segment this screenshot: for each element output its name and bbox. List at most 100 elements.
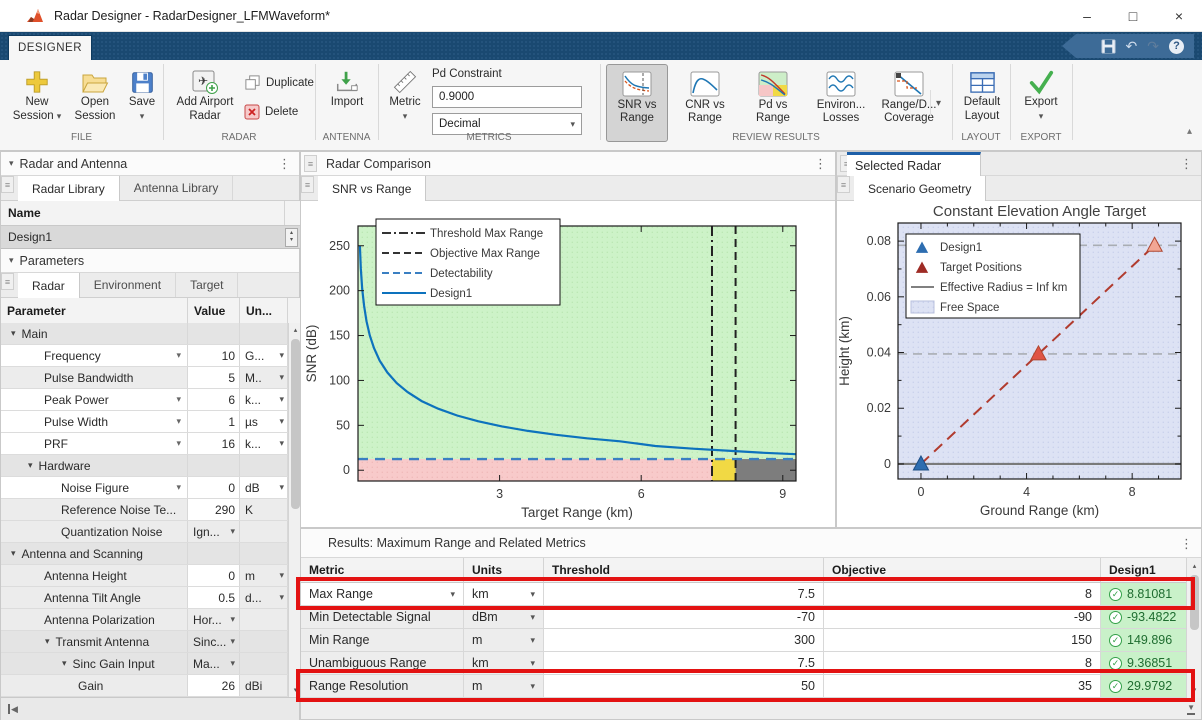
result-threshold-cell[interactable]: 7.5 xyxy=(544,583,824,605)
pd-constraint-input[interactable] xyxy=(432,86,582,108)
param-value[interactable]: Ign...▾ xyxy=(188,521,240,542)
result-units-cell[interactable]: m▾ xyxy=(464,675,544,697)
result-threshold-cell[interactable]: 300 xyxy=(544,629,824,651)
result-metric-cell[interactable]: Min Range xyxy=(301,629,464,651)
collapse-arrow-icon[interactable]: ▾ xyxy=(9,255,14,266)
result-objective-cell[interactable]: 8 xyxy=(824,583,1101,605)
tab-snr-vs-range[interactable]: SNR vs Range xyxy=(318,176,426,201)
param-row[interactable]: Quantization NoiseIgn...▾ xyxy=(1,521,288,543)
dropdown-arrow-icon[interactable]: ▾ xyxy=(450,589,455,600)
skip-to-bottom-icon[interactable]: ▼ xyxy=(1187,703,1195,715)
scroll-down-icon[interactable]: ▾ xyxy=(1188,683,1201,697)
param-value[interactable]: 0 xyxy=(188,477,240,498)
param-row[interactable]: Antenna Height0m▾ xyxy=(1,565,288,587)
param-value[interactable]: 1 xyxy=(188,411,240,432)
results-row[interactable]: Max Range▾km▾7.58✓8.81081 xyxy=(301,583,1186,606)
param-unit[interactable]: dBi xyxy=(240,675,288,696)
spinner-down-icon[interactable]: ▾ xyxy=(290,237,293,244)
skip-to-start-icon[interactable]: ◀ xyxy=(8,704,18,714)
param-unit[interactable]: m▾ xyxy=(240,565,288,586)
save-button[interactable]: Save ▾ xyxy=(124,65,160,123)
export-button[interactable]: Export ▾ xyxy=(1016,65,1066,123)
drag-handle-icon[interactable]: ≡ xyxy=(837,176,850,193)
dropdown-arrow-icon[interactable]: ▾ xyxy=(530,612,535,623)
result-objective-cell[interactable]: -90 xyxy=(824,606,1101,628)
dropdown-arrow-icon[interactable]: ▾ xyxy=(279,394,284,405)
param-value[interactable]: 0 xyxy=(188,565,240,586)
dropdown-arrow-icon[interactable]: ▾ xyxy=(279,592,284,603)
result-objective-cell[interactable]: 150 xyxy=(824,629,1101,651)
param-row[interactable]: PRF▾16k...▾ xyxy=(1,433,288,455)
dropdown-arrow-icon[interactable]: ▾ xyxy=(530,681,535,692)
delete-button[interactable]: Delete xyxy=(244,104,298,120)
param-group-row[interactable]: ▾Antenna and Scanning xyxy=(1,543,288,565)
param-value[interactable] xyxy=(188,455,240,476)
result-metric-cell[interactable]: Max Range▾ xyxy=(301,583,464,605)
param-unit[interactable] xyxy=(240,323,288,344)
param-unit[interactable]: M..▾ xyxy=(240,367,288,388)
param-unit[interactable]: G...▾ xyxy=(240,345,288,366)
param-group-row[interactable]: ▾Main xyxy=(1,323,288,345)
result-units-cell[interactable]: m▾ xyxy=(464,629,544,651)
result-objective-cell[interactable]: 35 xyxy=(824,675,1101,697)
row-spinner[interactable]: ▴▾ xyxy=(285,228,298,247)
spinner-up-icon[interactable]: ▴ xyxy=(290,230,293,237)
panel-menu-icon[interactable]: ⋮ xyxy=(278,156,291,172)
param-value[interactable]: 0.5 xyxy=(188,587,240,608)
results-row[interactable]: Unambiguous Rangekm▾7.58✓9.36851 xyxy=(301,652,1186,675)
gallery-dropdown-icon[interactable]: ▾ xyxy=(930,90,946,116)
param-row[interactable]: Reference Noise Te...290K xyxy=(1,499,288,521)
column-header-parameter[interactable]: Parameter xyxy=(1,298,188,323)
tab-designer[interactable]: DESIGNER xyxy=(8,35,92,60)
result-threshold-cell[interactable]: 7.5 xyxy=(544,652,824,674)
import-button[interactable]: Import xyxy=(322,65,372,109)
param-value[interactable]: Ma...▾ xyxy=(188,653,240,674)
group-collapse-icon[interactable]: ▾ xyxy=(11,328,16,339)
dropdown-arrow-icon[interactable]: ▾ xyxy=(530,635,535,646)
param-row[interactable]: Antenna PolarizationHor...▾ xyxy=(1,609,288,631)
group-collapse-icon[interactable]: ▾ xyxy=(11,548,16,559)
panel-menu-icon[interactable]: ⋮ xyxy=(814,156,827,172)
dropdown-arrow-icon[interactable]: ▾ xyxy=(176,482,181,493)
drag-handle-icon[interactable]: ≡ xyxy=(304,155,317,172)
metric-button[interactable]: Metric ▾ xyxy=(382,65,428,123)
result-threshold-cell[interactable]: -70 xyxy=(544,606,824,628)
param-value[interactable]: Hor...▾ xyxy=(188,609,240,630)
param-group-row[interactable]: ▾Transmit AntennaSinc...▾ xyxy=(1,631,288,653)
results-row[interactable]: Min Detectable SignaldBm▾-70-90✓-93.4822 xyxy=(301,606,1186,629)
dropdown-arrow-icon[interactable]: ▾ xyxy=(230,614,235,625)
param-row[interactable]: Peak Power▾6k...▾ xyxy=(1,389,288,411)
tab-scenario-geometry[interactable]: Scenario Geometry xyxy=(854,176,986,201)
dropdown-arrow-icon[interactable]: ▾ xyxy=(176,350,181,361)
result-units-cell[interactable]: dBm▾ xyxy=(464,606,544,628)
param-value[interactable]: 26 xyxy=(188,675,240,696)
dropdown-arrow-icon[interactable]: ▾ xyxy=(176,416,181,427)
drag-handle-icon[interactable]: ≡ xyxy=(1,273,14,290)
results-scrollbar[interactable]: ▴ ▾ xyxy=(1186,558,1201,698)
ribbon-collapse-icon[interactable]: ▴ xyxy=(1187,126,1192,137)
param-value[interactable]: 6 xyxy=(188,389,240,410)
param-value[interactable] xyxy=(188,323,240,344)
column-header-design1[interactable]: Design1 xyxy=(1101,558,1186,582)
param-value[interactable] xyxy=(188,543,240,564)
minimize-icon[interactable]: – xyxy=(1064,0,1110,32)
scrollbar-thumb[interactable] xyxy=(291,339,300,509)
panel-menu-icon[interactable]: ⋮ xyxy=(1180,536,1193,552)
results-row[interactable]: Min Rangem▾300150✓149.896 xyxy=(301,629,1186,652)
param-unit[interactable] xyxy=(240,631,288,652)
param-unit[interactable]: K xyxy=(240,499,288,520)
column-header-units[interactable]: Un... xyxy=(240,298,288,323)
close-icon[interactable]: × xyxy=(1156,0,1202,32)
param-value[interactable]: Sinc...▾ xyxy=(188,631,240,652)
param-group-row[interactable]: ▾Hardware xyxy=(1,455,288,477)
default-layout-button[interactable]: Default Layout xyxy=(956,65,1008,123)
dropdown-arrow-icon[interactable]: ▾ xyxy=(279,350,284,361)
param-unit[interactable] xyxy=(240,543,288,564)
dropdown-arrow-icon[interactable]: ▾ xyxy=(230,658,235,669)
tab-antenna-library[interactable]: Antenna Library xyxy=(120,176,234,200)
param-value[interactable]: 5 xyxy=(188,367,240,388)
dropdown-arrow-icon[interactable]: ▾ xyxy=(279,570,284,581)
dropdown-arrow-icon[interactable]: ▾ xyxy=(279,482,284,493)
column-header-units[interactable]: Units xyxy=(464,558,544,582)
dropdown-arrow-icon[interactable]: ▾ xyxy=(279,438,284,449)
